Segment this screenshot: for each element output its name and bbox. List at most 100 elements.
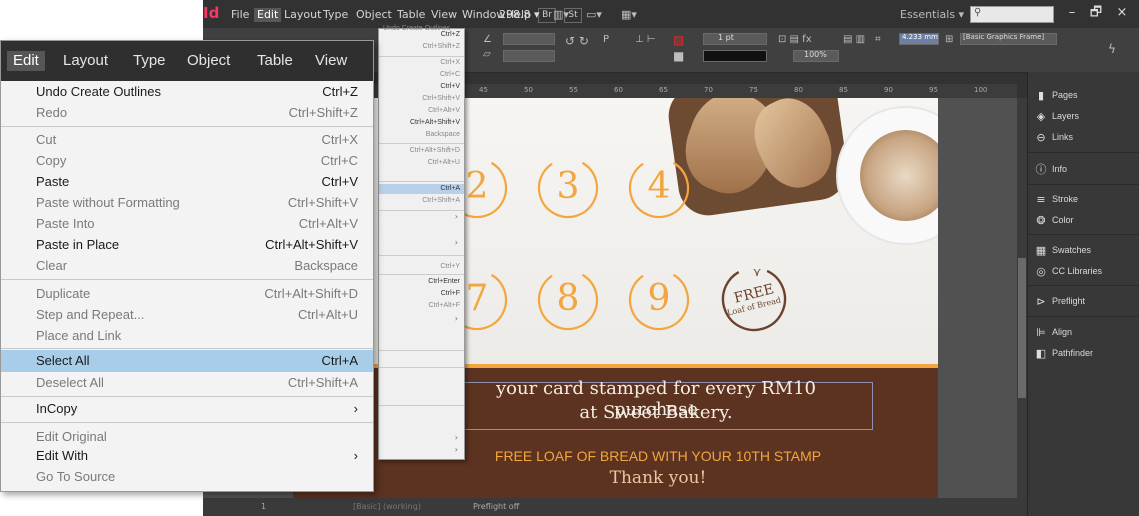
menu-item-place-and-link[interactable]: Place and Link bbox=[1, 325, 373, 347]
menu-item-redo[interactable]: Redo Ctrl+Shift+Z bbox=[1, 102, 373, 124]
wrap-icon[interactable]: ⌗ bbox=[875, 34, 881, 45]
submenu-shortcut[interactable]: Ctrl+Alt+Shift+D bbox=[410, 147, 460, 154]
menu-object[interactable]: Object bbox=[353, 8, 395, 22]
submenu-shortcut[interactable]: Ctrl+X bbox=[440, 59, 460, 66]
align-icon[interactable]: ▤ ▥ bbox=[843, 34, 865, 45]
workspace-switcher[interactable]: Essentials ▾ bbox=[900, 8, 964, 21]
zoom-menu-layout[interactable]: Layout bbox=[57, 51, 114, 71]
menu-item-paste-into[interactable]: Paste Into Ctrl+Alt+V bbox=[1, 213, 373, 235]
menu-view[interactable]: View bbox=[428, 8, 460, 22]
submenu-shortcut[interactable]: Ctrl+Shift+V bbox=[422, 95, 460, 102]
panel-links[interactable]: ⊖ Links bbox=[1028, 128, 1139, 148]
submenu-shortcut[interactable]: Ctrl+Alt+Shift+V bbox=[410, 119, 460, 126]
panel-layers[interactable]: ◈ Layers bbox=[1028, 107, 1139, 127]
panel-label: Stroke bbox=[1052, 194, 1079, 204]
view-options-icon[interactable]: ▥▾ bbox=[553, 8, 569, 21]
panel-cc-libraries[interactable]: ◎ CC Libraries bbox=[1028, 262, 1139, 282]
menu-item-duplicate[interactable]: Duplicate Ctrl+Alt+Shift+D bbox=[1, 283, 373, 305]
select-container-icon[interactable]: ⊥ ⊢ bbox=[635, 34, 656, 45]
menu-item-paste-in-place[interactable]: Paste in Place Ctrl+Alt+Shift+V bbox=[1, 234, 373, 256]
submenu-shortcut[interactable]: Ctrl+Z bbox=[441, 31, 460, 38]
screen-mode-icon[interactable]: ▭▾ bbox=[586, 8, 602, 21]
menu-item-paste-without-formatting[interactable]: Paste without Formatting Ctrl+Shift+V bbox=[1, 192, 373, 214]
rotate-icon[interactable]: ∠ bbox=[483, 34, 492, 45]
object-style-field[interactable]: [Basic Graphics Frame] bbox=[960, 33, 1057, 45]
svg-text:⋎: ⋎ bbox=[753, 265, 762, 279]
menu-item-select-all[interactable]: Select All Ctrl+A bbox=[1, 350, 373, 372]
frame-fit-icon[interactable]: ⊡ ▤ fx bbox=[778, 34, 812, 45]
quick-apply-icon[interactable]: ϟ bbox=[1108, 42, 1116, 56]
panel-swatches[interactable]: ▦ Swatches bbox=[1028, 241, 1139, 261]
search-input[interactable]: ⚲ bbox=[970, 6, 1054, 23]
menu-item-label: Place and Link bbox=[36, 328, 122, 343]
menu-item-edit-with[interactable]: Edit With › bbox=[1, 445, 373, 467]
object-style-icon[interactable]: ⊞ bbox=[945, 34, 953, 45]
menu-type[interactable]: Type bbox=[320, 8, 351, 22]
stroke-weight-field[interactable]: 1 pt bbox=[703, 33, 767, 45]
vertical-scrollbar[interactable] bbox=[1017, 98, 1027, 498]
submenu-shortcut[interactable]: Ctrl+Y bbox=[440, 263, 460, 270]
menu-item-paste[interactable]: Paste Ctrl+V bbox=[1, 171, 373, 193]
arrange-documents-icon[interactable]: ▦▾ bbox=[621, 8, 637, 21]
menu-table[interactable]: Table bbox=[394, 8, 428, 22]
stroke-type-field[interactable] bbox=[703, 50, 767, 62]
stamp-number: 3 bbox=[556, 166, 580, 207]
zoom-menu-table[interactable]: Table bbox=[251, 51, 299, 71]
menu-item-label: Edit With bbox=[36, 448, 89, 463]
restore-button[interactable]: 🗗 bbox=[1083, 2, 1109, 24]
menu-item-copy[interactable]: Copy Ctrl+C bbox=[1, 150, 373, 172]
panel-info[interactable]: ⓘ Info bbox=[1028, 160, 1139, 180]
rotation-field[interactable] bbox=[503, 33, 555, 45]
submenu-shortcut[interactable]: Backspace bbox=[426, 131, 460, 138]
shear-field[interactable] bbox=[503, 50, 555, 62]
minimize-button[interactable]: – bbox=[1059, 2, 1085, 24]
menu-item-deselect-all[interactable]: Deselect All Ctrl+Shift+A bbox=[1, 372, 373, 394]
submenu-shortcut[interactable]: Ctrl+V bbox=[440, 83, 460, 90]
panel-stroke[interactable]: ≡ Stroke bbox=[1028, 190, 1139, 210]
submenu-shortcut[interactable]: Ctrl+Shift+Z bbox=[423, 43, 460, 50]
zoom-level[interactable]: 298.8 ▾ bbox=[499, 8, 540, 21]
menu-item-step-and-repeat[interactable]: Step and Repeat... Ctrl+Alt+U bbox=[1, 304, 373, 326]
submenu-shortcut[interactable]: Ctrl+A bbox=[440, 185, 460, 192]
ruler-mark: 50 bbox=[524, 86, 533, 94]
panel-color[interactable]: ❂ Color bbox=[1028, 211, 1139, 231]
menu-item-undo[interactable]: Undo Create Outlines Ctrl+Z bbox=[1, 81, 373, 103]
flip-icon[interactable]: P bbox=[603, 34, 609, 45]
page-number[interactable]: 1 bbox=[261, 502, 266, 511]
zoom-menu-view[interactable]: View bbox=[309, 51, 353, 71]
panel-pathfinder[interactable]: ◧ Pathfinder bbox=[1028, 344, 1139, 364]
fill-swatch-icon[interactable]: ▨ bbox=[673, 33, 684, 47]
submenu-shortcut[interactable]: Ctrl+F bbox=[441, 290, 460, 297]
submenu-shortcut[interactable]: Ctrl+C bbox=[440, 71, 460, 78]
rotate-ccw-icon[interactable]: ↺ ↻ bbox=[565, 34, 589, 48]
menu-item-cut[interactable]: Cut Ctrl+X bbox=[1, 129, 373, 151]
dimension-field[interactable]: 4.233 mm bbox=[899, 33, 939, 45]
panel-pages[interactable]: ▮ Pages bbox=[1028, 86, 1139, 106]
submenu-shortcut[interactable]: Ctrl+Alt+U bbox=[428, 159, 460, 166]
submenu-shortcut[interactable]: Ctrl+Shift+A bbox=[422, 197, 460, 204]
opacity-field[interactable]: 100% bbox=[793, 50, 839, 62]
submenu-shortcut[interactable]: Ctrl+Alt+F bbox=[428, 302, 460, 309]
menu-item-go-to-source[interactable]: Go To Source bbox=[1, 466, 373, 488]
menu-item-label: InCopy bbox=[36, 401, 78, 416]
menu-separator bbox=[1, 348, 373, 349]
close-button[interactable]: × bbox=[1109, 2, 1135, 24]
menu-edit[interactable]: Edit bbox=[254, 8, 282, 22]
preflight-status[interactable]: Preflight off bbox=[473, 502, 519, 511]
zoom-menu-object[interactable]: Object bbox=[181, 51, 236, 71]
submenu-separator bbox=[379, 143, 464, 144]
shear-icon[interactable]: ▱ bbox=[483, 49, 491, 60]
submenu-shortcut[interactable]: Ctrl+Enter bbox=[428, 278, 460, 285]
menu-item-label: Redo bbox=[36, 105, 68, 120]
zoom-menu-type[interactable]: Type bbox=[127, 51, 172, 71]
submenu-shortcut[interactable]: Ctrl+Alt+V bbox=[428, 107, 460, 114]
panel-preflight[interactable]: ⊳ Preflight bbox=[1028, 292, 1139, 312]
menu-item-incopy[interactable]: InCopy › bbox=[1, 398, 373, 420]
menu-item-clear[interactable]: Clear Backspace bbox=[1, 255, 373, 277]
scroll-thumb[interactable] bbox=[1018, 258, 1026, 398]
menu-layout[interactable]: Layout bbox=[281, 8, 324, 22]
menu-file[interactable]: File bbox=[228, 8, 252, 22]
panel-align[interactable]: ⊫ Align bbox=[1028, 323, 1139, 343]
stroke-swatch-icon[interactable]: ■ bbox=[673, 49, 684, 63]
zoom-menu-edit[interactable]: Edit bbox=[7, 51, 45, 71]
